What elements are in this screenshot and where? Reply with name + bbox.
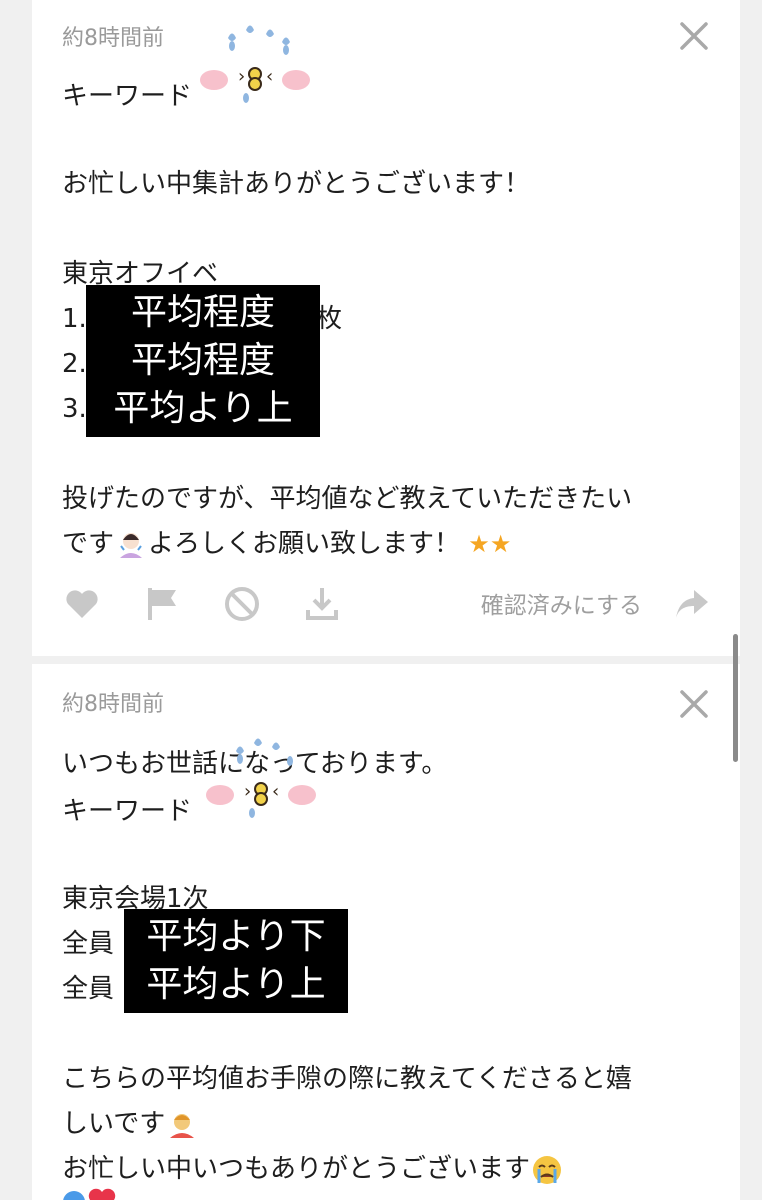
svg-text:‹: ‹ bbox=[272, 781, 279, 802]
star-icon: ★ bbox=[489, 530, 512, 558]
block-icon[interactable] bbox=[222, 584, 262, 624]
thanks-line: お忙しい中集計ありがとうございます！ bbox=[62, 169, 531, 199]
redaction-text: 平均程度 bbox=[130, 340, 275, 381]
share-icon[interactable] bbox=[672, 584, 712, 624]
svg-text:‹: ‹ bbox=[266, 66, 273, 87]
star-icon: ★ bbox=[468, 530, 490, 558]
redaction-text: 平均より上 bbox=[146, 964, 326, 1005]
redaction-text: 平均程度 bbox=[130, 292, 275, 333]
svg-text:›: › bbox=[238, 66, 245, 87]
redaction-text: 平均より上 bbox=[113, 388, 293, 429]
item-number: 1. bbox=[62, 304, 87, 334]
action-bar: 確認済みにする bbox=[62, 578, 712, 628]
flag-icon[interactable] bbox=[142, 584, 182, 624]
download-icon[interactable] bbox=[302, 584, 342, 624]
thanks-line: お忙しい中いつもありがとうございます bbox=[62, 1147, 712, 1192]
person-bowing-icon bbox=[165, 1108, 199, 1142]
bird-sticker-icon: › ‹ bbox=[206, 738, 317, 837]
timestamp: 約8時間前 bbox=[62, 26, 164, 51]
redaction-box: 平均程度 平均程度 平均より上 bbox=[86, 285, 320, 437]
emoji-row bbox=[62, 1184, 122, 1200]
message-feed: 約8時間前 キーワード › ‹ お忙しい中集計ありがとうございます！ 東京オフイ… bbox=[0, 0, 762, 1200]
timestamp: 約8時間前 bbox=[62, 692, 164, 717]
svg-text:›: › bbox=[244, 781, 251, 802]
crying-face-icon bbox=[530, 1153, 564, 1187]
item-number: 3. bbox=[62, 394, 87, 424]
close-icon[interactable] bbox=[676, 18, 712, 54]
request-line: 投げたのですが、平均値など教えていただきたい bbox=[62, 484, 633, 514]
redaction-box: 平均より下 平均より上 bbox=[124, 909, 348, 1013]
bird-sticker-icon: › ‹ bbox=[200, 25, 311, 122]
close-icon[interactable] bbox=[676, 686, 712, 722]
keyword-line: キーワード › ‹ bbox=[62, 25, 712, 117]
request-line: しいです bbox=[62, 1102, 712, 1147]
greeting-line: いつもお世話になっております。 bbox=[62, 749, 448, 779]
redaction-text: 平均より下 bbox=[146, 916, 326, 957]
keyword-label: キーワード bbox=[62, 796, 193, 827]
person-bowing-icon bbox=[114, 528, 148, 562]
item-number: 2. bbox=[62, 349, 87, 379]
heart-icon[interactable] bbox=[62, 584, 102, 624]
request-line: こちらの平均値お手隙の際に教えてくださると嬉 bbox=[62, 1064, 632, 1094]
request-line: です よろしくお願い致します！ ★★ bbox=[62, 522, 712, 567]
scrollbar[interactable] bbox=[733, 634, 738, 762]
keyword-line: キーワード › ‹ bbox=[62, 738, 712, 832]
message-card: 約8時間前 キーワード › ‹ お忙しい中集計ありがとうございます！ 東京オフイ… bbox=[32, 0, 740, 656]
keyword-label: キーワード bbox=[62, 81, 193, 112]
message-card: 約8時間前 いつもお世話になっております。 キーワード › ‹ 東京会場1次 全… bbox=[32, 664, 740, 1200]
mark-confirmed-button[interactable]: 確認済みにする bbox=[481, 586, 642, 620]
